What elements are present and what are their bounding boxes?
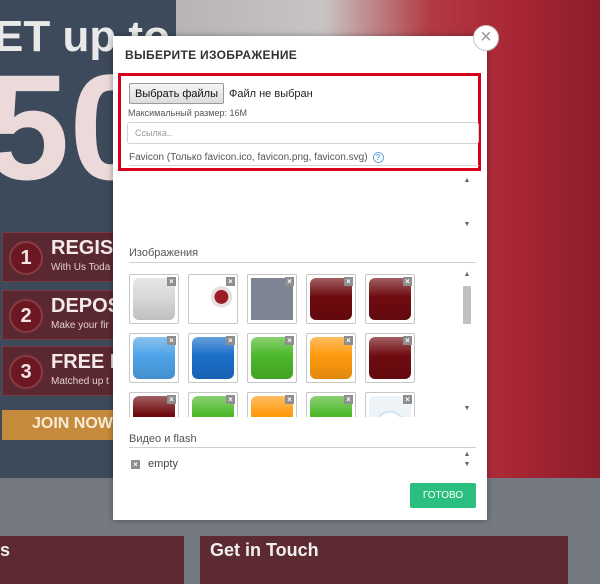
thumb-maroon-1[interactable]: × [306, 274, 356, 324]
delete-icon[interactable]: × [285, 395, 294, 404]
images-scrollbar[interactable]: ▲ ▼ [462, 270, 472, 418]
footer-left-heading: s [0, 536, 184, 584]
thumb-slate[interactable]: × [247, 274, 297, 324]
step-number: 1 [9, 241, 43, 275]
scroll-up-icon[interactable]: ▲ [462, 270, 472, 280]
thumb-silver[interactable]: × [129, 274, 179, 324]
delete-icon[interactable]: × [344, 395, 353, 404]
help-icon[interactable]: ? [372, 152, 384, 163]
delete-icon[interactable]: × [285, 336, 294, 345]
divider [129, 262, 476, 263]
join-now-button[interactable]: JOIN NOW [2, 410, 116, 440]
thumb-orange-2[interactable]: × [247, 392, 297, 417]
url-input[interactable] [127, 122, 479, 144]
delete-icon[interactable]: × [344, 336, 353, 345]
thumb-green-3[interactable]: × [306, 392, 356, 417]
max-size-note: Максимальный размер: 16M [128, 108, 248, 118]
favicon-label: Favicon (Только favicon.ico, favicon.png… [129, 152, 368, 163]
video-scrollbar[interactable]: ▲ ▼ [462, 450, 472, 470]
video-section-title: Видео и flash [129, 433, 197, 445]
delete-icon[interactable]: × [226, 277, 235, 286]
delete-icon[interactable]: × [167, 277, 176, 286]
delete-icon[interactable]: × [167, 395, 176, 404]
thumb-maroon-4[interactable]: × [129, 392, 179, 417]
image-picker-dialog: ВЫБЕРИТЕ ИЗОБРАЖЕНИЕ Выбрать файлы Файл … [113, 36, 487, 520]
video-item[interactable]: × empty [131, 458, 178, 470]
step-number: 2 [9, 299, 43, 333]
thumb-blue[interactable]: × [188, 333, 238, 383]
divider [129, 447, 476, 448]
scroll-up-icon[interactable]: ▲ [462, 450, 472, 460]
video-empty-label: empty [148, 458, 178, 470]
step-title: DEPOS [51, 295, 122, 317]
file-chooser: Выбрать файлы Файл не выбран [129, 83, 313, 104]
scroll-down-icon[interactable]: ▼ [462, 460, 472, 470]
delete-icon[interactable]: × [167, 336, 176, 345]
scroll-down-icon[interactable]: ▼ [462, 404, 472, 414]
delete-icon[interactable]: × [226, 395, 235, 404]
done-button[interactable]: ГОТОВО [410, 483, 476, 508]
images-section-title: Изображения [129, 247, 199, 259]
close-icon[interactable]: × [473, 25, 499, 51]
choose-files-button[interactable]: Выбрать файлы [129, 83, 224, 104]
delete-icon[interactable]: × [403, 277, 412, 286]
step-subtitle: With Us Toda [51, 262, 111, 273]
thumb-maroon-3[interactable]: × [365, 333, 415, 383]
file-status: Файл не выбран [229, 87, 313, 100]
upload-scrollbar[interactable]: ▲ ▼ [462, 176, 472, 236]
thumb-green-2[interactable]: × [188, 392, 238, 417]
thumb-photo[interactable]: × [188, 274, 238, 324]
footer-get-in-touch: Get in Touch [200, 536, 568, 584]
thumb-light-blue[interactable]: × [129, 333, 179, 383]
delete-icon[interactable]: × [285, 277, 294, 286]
remove-icon[interactable]: × [131, 459, 140, 469]
delete-icon[interactable]: × [403, 395, 412, 404]
delete-icon[interactable]: × [226, 336, 235, 345]
step-subtitle: Matched up t [51, 376, 109, 387]
image-grid: × × × × × × × × × × × × × × × [129, 274, 419, 417]
thumb-green-1[interactable]: × [247, 333, 297, 383]
step-number: 3 [9, 355, 43, 389]
dialog-title: ВЫБЕРИТЕ ИЗОБРАЖЕНИЕ [125, 48, 298, 62]
upload-section: Выбрать файлы Файл не выбран Максимальны… [118, 73, 481, 171]
scrollbar-thumb[interactable] [463, 286, 471, 324]
delete-icon[interactable]: × [403, 336, 412, 345]
step-subtitle: Make your fir [51, 320, 109, 331]
scroll-up-icon[interactable]: ▲ [462, 176, 472, 186]
thumb-pattern[interactable]: × [365, 392, 415, 417]
thumb-orange-1[interactable]: × [306, 333, 356, 383]
thumb-maroon-2[interactable]: × [365, 274, 415, 324]
scroll-down-icon[interactable]: ▼ [462, 220, 472, 230]
delete-icon[interactable]: × [344, 277, 353, 286]
favicon-field[interactable]: Favicon (Только favicon.ico, favicon.png… [129, 152, 479, 166]
